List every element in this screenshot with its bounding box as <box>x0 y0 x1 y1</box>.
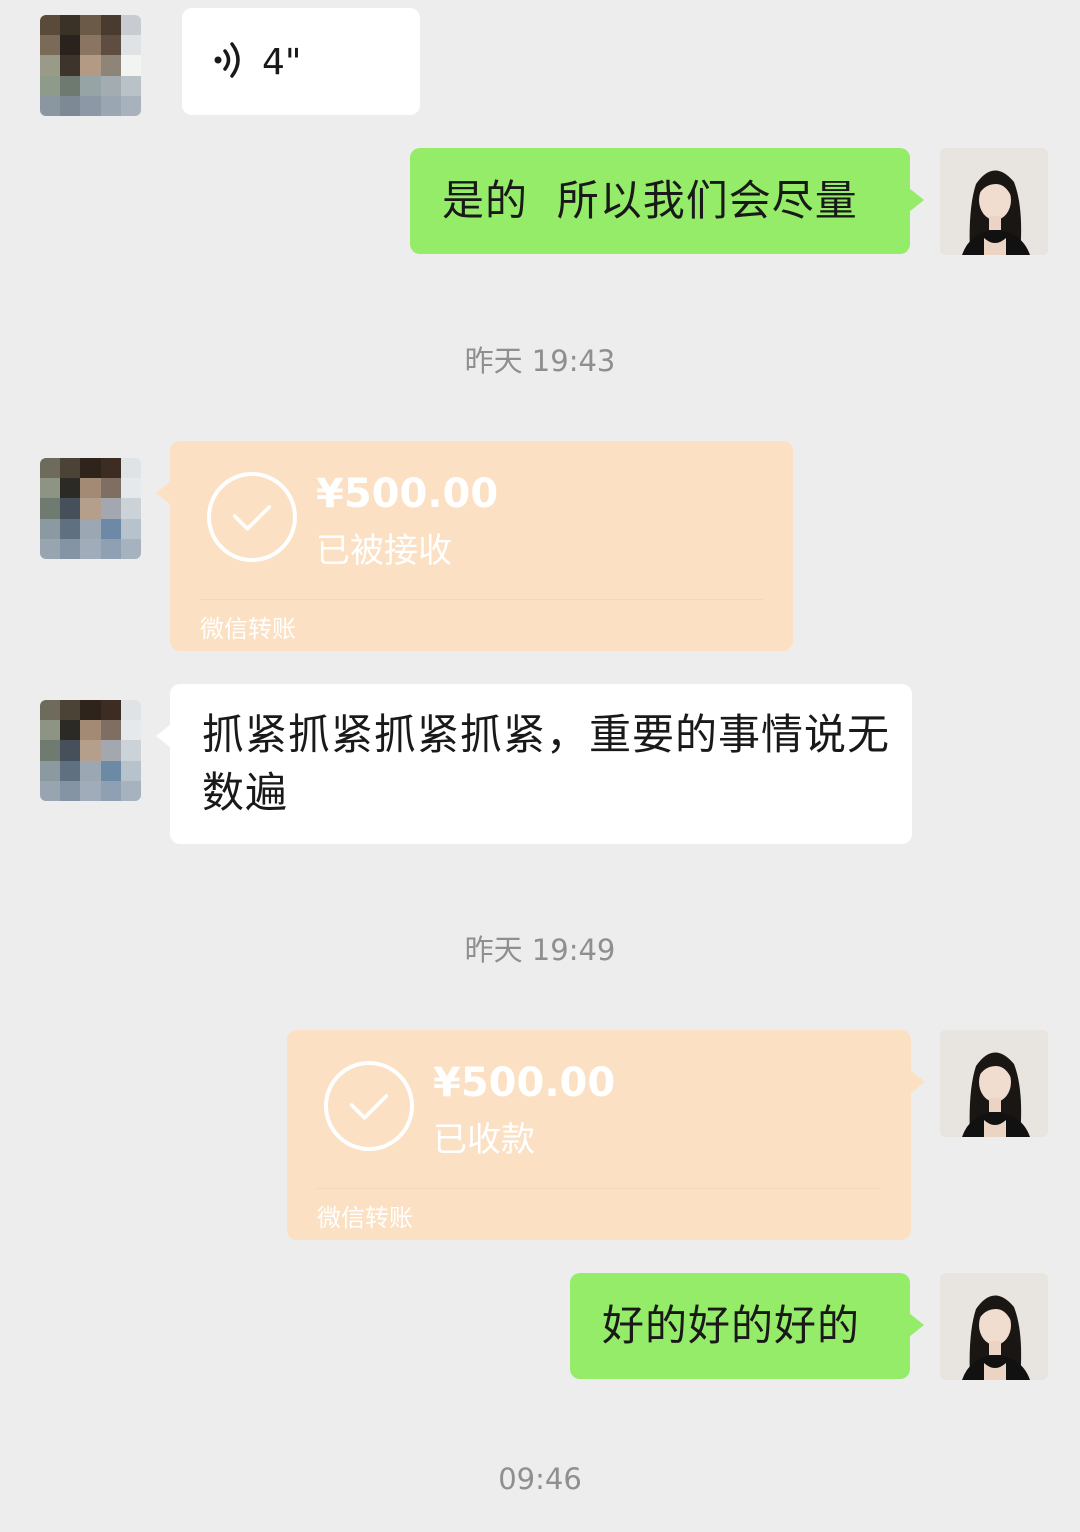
portrait-avatar-image <box>940 1030 1048 1137</box>
self-avatar[interactable] <box>940 148 1048 255</box>
transfer-status: 已被接收 <box>316 531 452 571</box>
other-avatar[interactable] <box>40 458 141 559</box>
transfer-status: 已收款 <box>433 1120 535 1160</box>
transfer-footer-label: 微信转账 <box>200 615 296 643</box>
message-text: 是的 所以我们会尽量 <box>442 176 858 225</box>
transfer-footer-label: 微信转账 <box>317 1204 413 1232</box>
transfer-divider <box>317 1188 881 1189</box>
self-text-bubble[interactable]: 好的好的好的 <box>570 1273 924 1379</box>
timestamp: 09:46 <box>498 1462 582 1496</box>
check-circle-icon <box>207 472 297 562</box>
portrait-avatar-image <box>940 148 1048 255</box>
transfer-card-received[interactable]: ¥500.00 已被接收 微信转账 <box>156 441 793 651</box>
voice-message-bubble[interactable]: 4" <box>182 8 420 115</box>
timestamp: 昨天 19:49 <box>464 933 616 967</box>
transfer-amount: ¥500.00 <box>433 1060 616 1106</box>
timestamp: 昨天 19:43 <box>464 344 616 378</box>
voice-wave-icon <box>214 40 244 84</box>
other-avatar[interactable] <box>40 15 141 116</box>
message-text: 抓紧抓紧抓紧抓紧，重要的事情说无数遍 <box>202 710 891 817</box>
other-avatar[interactable] <box>40 700 141 801</box>
self-avatar[interactable] <box>940 1030 1048 1137</box>
pixelated-avatar-image <box>40 458 141 559</box>
pixelated-avatar-image <box>40 700 141 801</box>
voice-duration: 4" <box>262 41 302 83</box>
pixelated-avatar-image <box>40 15 141 116</box>
portrait-avatar-image <box>940 1273 1048 1380</box>
other-text-bubble[interactable]: 抓紧抓紧抓紧抓紧，重要的事情说无数遍 <box>156 684 912 844</box>
transfer-card-collected[interactable]: ¥500.00 已收款 微信转账 <box>287 1030 925 1240</box>
check-circle-icon <box>324 1061 414 1151</box>
transfer-divider <box>200 599 763 600</box>
message-text: 好的好的好的 <box>602 1301 861 1350</box>
self-avatar[interactable] <box>940 1273 1048 1380</box>
transfer-amount: ¥500.00 <box>316 471 499 517</box>
self-text-bubble[interactable]: 是的 所以我们会尽量 <box>410 148 924 254</box>
